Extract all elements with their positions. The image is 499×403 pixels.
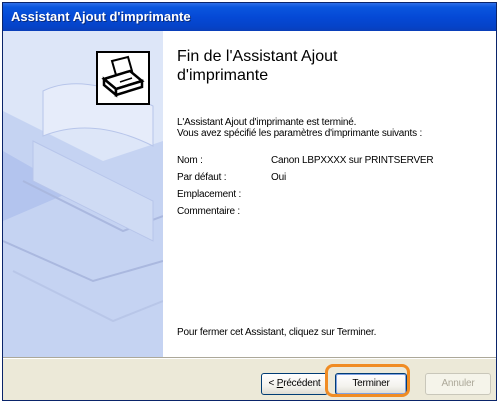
setting-label: Par défaut : — [177, 172, 227, 183]
wizard-side-panel — [3, 31, 163, 357]
printer-settings-list: Nom : Canon LBPXXXX sur PRINTSERVER Par … — [177, 155, 492, 223]
finish-instructions: Pour fermer cet Assistant, cliquez sur T… — [177, 327, 377, 338]
setting-label: Nom : — [177, 155, 203, 166]
wizard-window: Assistant Ajout d'imprimante Fin de l'As… — [2, 2, 497, 401]
intro-text: L'Assistant Ajout d'imprimante est termi… — [177, 117, 487, 139]
previous-button-rest: récédent — [283, 378, 321, 389]
title-bar[interactable]: Assistant Ajout d'imprimante — [3, 3, 496, 31]
setting-row-comment: Commentaire : — [177, 206, 492, 223]
finish-button[interactable]: Terminer — [335, 373, 407, 395]
previous-button-prefix: < — [268, 378, 277, 389]
printer-icon — [96, 51, 150, 105]
page-title-line2: d'imprimante — [177, 67, 269, 84]
button-separator — [3, 357, 496, 359]
setting-label: Commentaire : — [177, 206, 240, 217]
setting-row-location: Emplacement : — [177, 189, 492, 206]
page-title: Fin de l'Assistant Ajout d'imprimante — [177, 47, 477, 85]
intro-line1: L'Assistant Ajout d'imprimante est termi… — [177, 117, 357, 128]
setting-row-default: Par défaut : Oui — [177, 172, 492, 189]
cancel-button[interactable]: Annuler — [425, 373, 491, 395]
wizard-content: Fin de l'Assistant Ajout d'imprimante L'… — [163, 31, 496, 357]
window-title: Assistant Ajout d'imprimante — [11, 9, 191, 24]
setting-row-name: Nom : Canon LBPXXXX sur PRINTSERVER — [177, 155, 492, 172]
page-title-line1: Fin de l'Assistant Ajout — [177, 48, 338, 65]
intro-line2: Vous avez spécifié les paramètres d'impr… — [177, 128, 423, 139]
setting-label: Emplacement : — [177, 189, 242, 200]
setting-value: Oui — [271, 172, 286, 183]
previous-button[interactable]: < Précédent — [261, 373, 328, 395]
setting-value: Canon LBPXXXX sur PRINTSERVER — [271, 155, 434, 166]
